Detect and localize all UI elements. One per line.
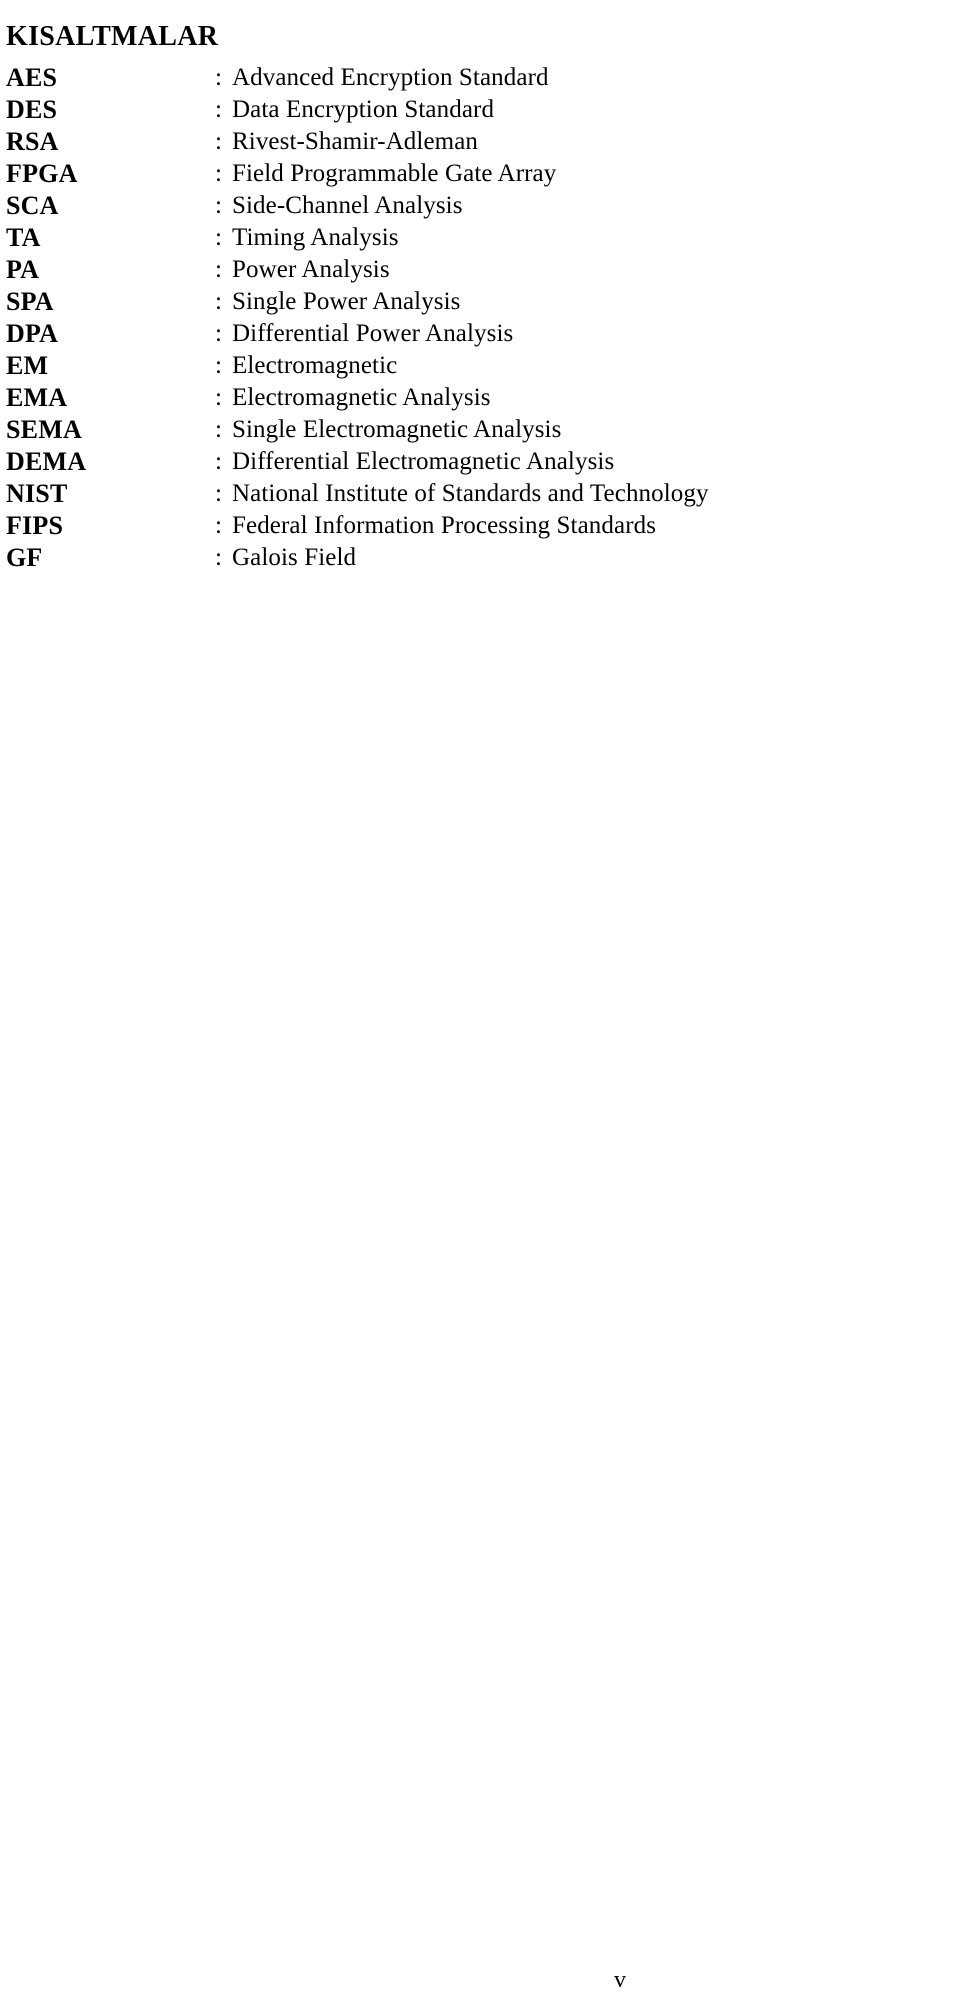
abbreviation-definition: Single Electromagnetic Analysis <box>232 416 562 443</box>
abbreviation-definition: Data Encryption Standard <box>232 96 495 123</box>
abbreviation-row: FIPS: Federal Information Processing Stan… <box>0 510 960 542</box>
abbreviation-term: NIST <box>6 479 68 508</box>
abbreviation-separator: : <box>215 544 222 571</box>
abbreviation-row: NIST: National Institute of Standards and… <box>0 478 960 510</box>
abbreviation-row: SCA: Side-Channel Analysis <box>0 190 960 222</box>
abbreviation-term: PA <box>6 255 40 284</box>
abbreviation-term: GF <box>6 543 43 572</box>
document-page: KISALTMALAR AES: Advanced Encryption Stan… <box>0 0 960 1999</box>
abbreviation-term: SPA <box>6 287 54 316</box>
abbreviation-term: RSA <box>6 127 59 156</box>
abbreviation-definition: Side-Channel Analysis <box>232 192 463 219</box>
abbreviation-term: DEMA <box>6 447 87 476</box>
abbreviation-term: EM <box>6 351 49 380</box>
abbreviation-row: SEMA: Single Electromagnetic Analysis <box>0 414 960 446</box>
abbreviation-term: DPA <box>6 319 59 348</box>
abbreviation-term: SCA <box>6 191 59 220</box>
abbreviation-term: SEMA <box>6 415 82 444</box>
abbreviation-row: EM: Electromagnetic <box>0 350 960 382</box>
abbreviation-row: AES: Advanced Encryption Standard <box>0 62 960 94</box>
abbreviation-separator: : <box>215 448 222 475</box>
abbreviation-row: SPA: Single Power Analysis <box>0 286 960 318</box>
abbreviation-term: DES <box>6 95 58 124</box>
abbreviation-term: TA <box>6 223 41 252</box>
abbreviation-separator: : <box>215 64 222 91</box>
abbreviation-definition: Electromagnetic Analysis <box>232 384 491 411</box>
abbreviation-term: FPGA <box>6 159 78 188</box>
abbreviation-definition: Rivest-Shamir-Adleman <box>232 128 478 155</box>
abbreviation-separator: : <box>215 224 222 251</box>
abbreviation-definition: Differential Electromagnetic Analysis <box>232 448 615 475</box>
abbreviation-row: GF: Galois Field <box>0 542 960 574</box>
abbreviation-separator: : <box>215 416 222 443</box>
abbreviation-definition: Advanced Encryption Standard <box>232 64 549 91</box>
abbreviation-row: EMA: Electromagnetic Analysis <box>0 382 960 414</box>
abbreviation-term: EMA <box>6 383 68 412</box>
abbreviation-definition: Electromagnetic <box>232 352 398 379</box>
abbreviation-separator: : <box>215 384 222 411</box>
abbreviation-separator: : <box>215 192 222 219</box>
abbreviation-separator: : <box>215 160 222 187</box>
abbreviation-definition: Timing Analysis <box>232 224 399 251</box>
abbreviation-definition: Single Power Analysis <box>232 288 461 315</box>
abbreviation-separator: : <box>215 352 222 379</box>
abbreviation-row: TA: Timing Analysis <box>0 222 960 254</box>
abbreviation-separator: : <box>215 256 222 283</box>
abbreviation-definition: National Institute of Standards and Tech… <box>232 480 709 507</box>
abbreviation-row: RSA: Rivest-Shamir-Adleman <box>0 126 960 158</box>
abbreviation-separator: : <box>215 320 222 347</box>
abbreviation-term: AES <box>6 63 58 92</box>
abbreviation-definition: Field Programmable Gate Array <box>232 160 557 187</box>
abbreviation-definition: Power Analysis <box>232 256 390 283</box>
abbreviation-list: AES: Advanced Encryption Standard DES: Data… <box>0 62 960 574</box>
abbreviation-separator: : <box>215 512 222 539</box>
abbreviation-definition: Federal Information Processing Standards <box>232 512 657 539</box>
abbreviation-term: FIPS <box>6 511 64 540</box>
abbreviation-separator: : <box>215 128 222 155</box>
abbreviation-row: FPGA: Field Programmable Gate Array <box>0 158 960 190</box>
abbreviation-separator: : <box>215 480 222 507</box>
abbreviation-separator: : <box>215 288 222 315</box>
abbreviation-row: DEMA: Differential Electromagnetic Analys… <box>0 446 960 478</box>
abbreviation-separator: : <box>215 96 222 123</box>
abbreviation-row: DPA: Differential Power Analysis <box>0 318 960 350</box>
page-title: KISALTMALAR <box>6 20 219 52</box>
page-number: v <box>614 1967 626 1993</box>
abbreviation-row: PA: Power Analysis <box>0 254 960 286</box>
abbreviation-definition: Differential Power Analysis <box>232 320 514 347</box>
abbreviation-definition: Galois Field <box>232 544 357 571</box>
abbreviation-row: DES: Data Encryption Standard <box>0 94 960 126</box>
